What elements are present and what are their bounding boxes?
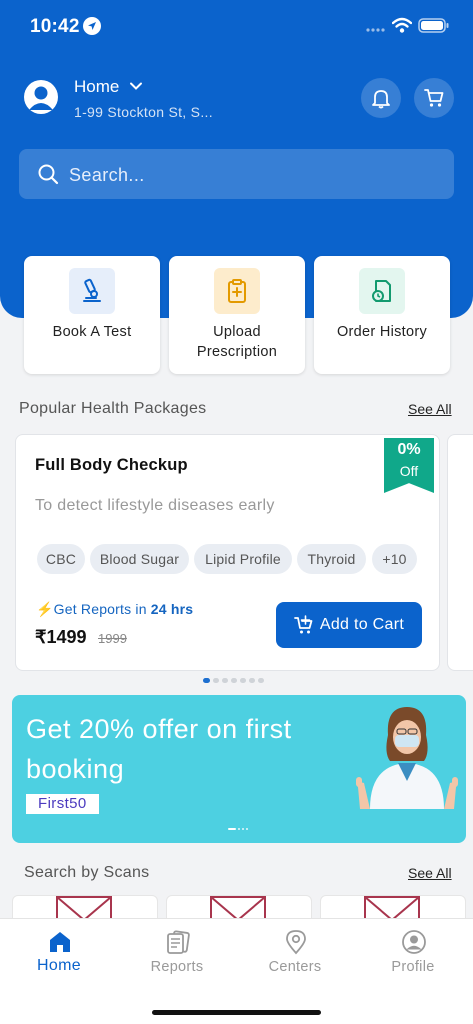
cart-button[interactable]: [414, 78, 454, 118]
tab-home[interactable]: Home: [0, 919, 118, 989]
carousel-dot[interactable]: [203, 678, 210, 683]
tab-profile[interactable]: Profile: [354, 919, 472, 989]
notifications-button[interactable]: [361, 78, 401, 118]
add-to-cart-label: Add to Cart: [319, 616, 405, 633]
carousel-dot[interactable]: [213, 678, 219, 683]
location-address[interactable]: 1-99 Stockton St, S...: [74, 104, 213, 120]
carousel-dot[interactable]: [231, 678, 237, 683]
next-package-card[interactable]: [447, 434, 473, 671]
test-chip: CBC: [37, 544, 85, 574]
test-chip: Lipid Profile: [194, 544, 292, 574]
location-title[interactable]: Home: [74, 77, 119, 97]
tab-centers[interactable]: Centers: [236, 919, 354, 989]
location-arrow-icon: [83, 17, 101, 35]
package-carousel-dots[interactable]: [203, 678, 264, 683]
promo-code: First50: [26, 794, 99, 814]
package-price: ₹1499: [35, 627, 87, 647]
discount-off-label: Off: [399, 463, 419, 479]
search-input[interactable]: Search...: [69, 165, 145, 186]
package-title: Full Body Checkup: [35, 456, 188, 474]
discount-percent: 0%: [397, 441, 421, 458]
upload-prescription-label: Upload Prescription: [169, 322, 305, 362]
prescription-icon: [214, 268, 260, 314]
test-chip: Blood Sugar: [90, 544, 189, 574]
status-bar: 10:42: [0, 0, 473, 52]
promo-banner-text: Get 20% offer on first booking: [26, 714, 292, 784]
upload-prescription-text: Upload Prescription: [196, 324, 278, 360]
cellular-signal-icon: [366, 28, 385, 32]
home-indicator: [152, 1010, 321, 1015]
carousel-dot[interactable]: [238, 828, 240, 830]
upload-prescription-card[interactable]: Upload Prescription: [169, 256, 305, 374]
banner-carousel-dots[interactable]: [228, 828, 248, 830]
search-bar[interactable]: Search...: [19, 149, 454, 199]
order-history-card[interactable]: Order History: [314, 256, 450, 374]
battery-icon: [418, 18, 449, 33]
carousel-dot[interactable]: [249, 678, 255, 683]
tab-home-label: Home: [37, 957, 81, 974]
reports-time-info: ⚡Get Reports in 24 hrs: [36, 601, 193, 618]
bell-icon: [372, 90, 390, 109]
discount-ribbon: 0% Off: [384, 438, 434, 493]
order-history-label: Order History: [336, 324, 428, 340]
location-pin-icon: [286, 930, 306, 955]
bolt-icon: ⚡: [36, 601, 54, 617]
package-old-price: 1999: [98, 631, 127, 646]
order-history-icon: [359, 268, 405, 314]
tab-reports[interactable]: Reports: [118, 919, 236, 989]
test-chip: Thyroid: [297, 544, 366, 574]
reports-icon: [167, 930, 190, 954]
profile-icon: [402, 930, 426, 954]
packages-see-all-link[interactable]: See All: [408, 401, 452, 417]
scans-see-all-link[interactable]: See All: [408, 865, 452, 881]
add-to-cart-button[interactable]: Add to Cart: [276, 602, 422, 648]
more-tests-chip[interactable]: +10: [372, 544, 417, 574]
cart-icon: [424, 89, 444, 107]
bottom-tab-bar: Home Reports Centers Profile: [0, 918, 473, 1024]
doctor-illustration: [350, 705, 464, 809]
carousel-dot[interactable]: [242, 828, 244, 830]
carousel-dot[interactable]: [258, 678, 264, 683]
book-test-card[interactable]: Book A Test: [24, 256, 160, 374]
promo-banner[interactable]: Get 20% offer on first booking First50: [12, 695, 466, 843]
reports-time: 24 hrs: [150, 601, 194, 617]
user-avatar-icon[interactable]: [24, 80, 58, 114]
chevron-down-icon[interactable]: [129, 79, 143, 93]
book-test-label: Book A Test: [52, 324, 132, 340]
carousel-dot[interactable]: [246, 828, 248, 830]
carousel-dot[interactable]: [222, 678, 228, 683]
cart-plus-icon: [293, 615, 313, 634]
tab-profile-label: Profile: [391, 959, 435, 975]
package-card[interactable]: Full Body Checkup 0% Off To detect lifes…: [15, 434, 440, 671]
reports-prefix: Get Reports in: [53, 601, 151, 617]
scans-section-title: Search by Scans: [24, 864, 150, 881]
search-icon: [38, 164, 59, 185]
wifi-icon: [392, 17, 412, 33]
status-time: 10:42: [30, 16, 80, 37]
tab-centers-label: Centers: [268, 959, 322, 975]
carousel-dot[interactable]: [240, 678, 246, 683]
packages-section-title: Popular Health Packages: [19, 400, 207, 417]
package-description: To detect lifestyle diseases early: [35, 497, 275, 514]
home-icon: [50, 932, 70, 952]
microscope-icon: [69, 268, 115, 314]
tab-reports-label: Reports: [150, 959, 204, 975]
carousel-dot[interactable]: [228, 828, 236, 830]
